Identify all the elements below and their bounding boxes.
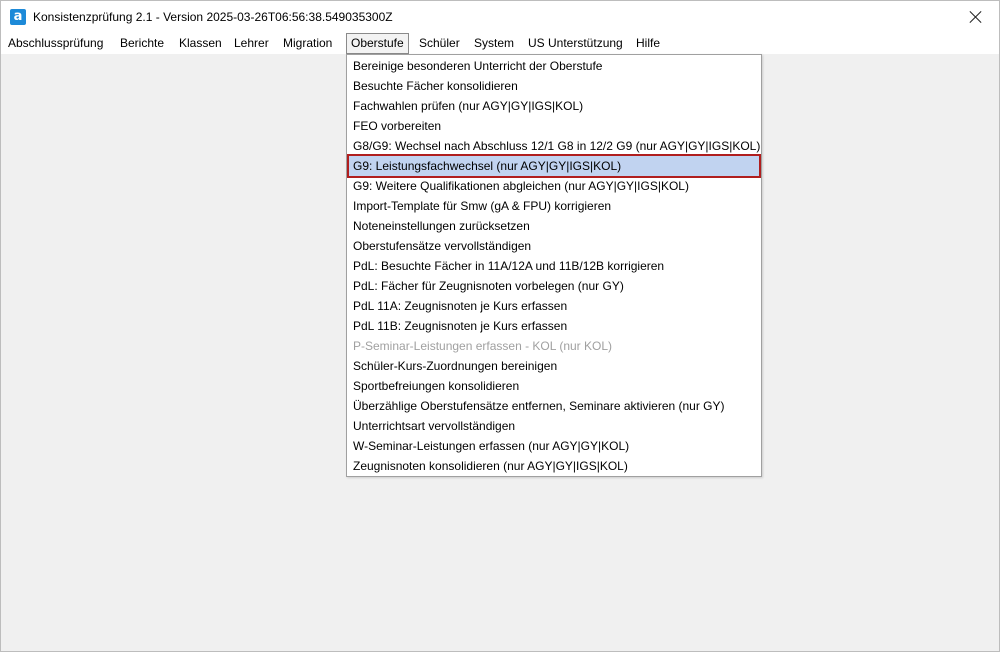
menu-option-bereinige-unterricht[interactable]: Bereinige besonderen Unterricht der Ober… bbox=[349, 56, 759, 76]
menu-option-unterrichtsart[interactable]: Unterrichtsart vervollständigen bbox=[349, 416, 759, 436]
menu-hilfe[interactable]: Hilfe bbox=[632, 34, 664, 53]
menu-option-ueberzaehlige-saetze[interactable]: Überzählige Oberstufensätze entfernen, S… bbox=[349, 396, 759, 416]
menu-bar: Abschlussprüfung Berichte Klassen Lehrer… bbox=[1, 33, 999, 55]
close-button[interactable] bbox=[953, 1, 999, 33]
menu-migration[interactable]: Migration bbox=[279, 34, 336, 53]
menu-option-pdl-faecher-zeugnisnoten[interactable]: PdL: Fächer für Zeugnisnoten vorbelegen … bbox=[349, 276, 759, 296]
title-bar[interactable]: a Konsistenzprüfung 2.1 - Version 2025-0… bbox=[1, 1, 999, 33]
menu-option-feo-vorbereiten[interactable]: FEO vorbereiten bbox=[349, 116, 759, 136]
menu-option-g8-g9-wechsel[interactable]: G8/G9: Wechsel nach Abschluss 12/1 G8 in… bbox=[349, 136, 760, 156]
app-window: a Konsistenzprüfung 2.1 - Version 2025-0… bbox=[0, 0, 1000, 652]
menu-option-w-seminar[interactable]: W-Seminar-Leistungen erfassen (nur AGY|G… bbox=[349, 436, 759, 456]
menu-system[interactable]: System bbox=[470, 34, 518, 53]
menu-option-p-seminar: P-Seminar-Leistungen erfassen - KOL (nur… bbox=[353, 339, 613, 353]
menu-option-sportbefreiungen[interactable]: Sportbefreiungen konsolidieren bbox=[349, 376, 759, 396]
menu-lehrer[interactable]: Lehrer bbox=[230, 34, 273, 53]
menu-option-g9-weitere-qualifikationen[interactable]: G9: Weitere Qualifikationen abgleichen (… bbox=[349, 176, 759, 196]
menu-berichte[interactable]: Berichte bbox=[116, 34, 168, 53]
menu-option-besuchte-faecher[interactable]: Besuchte Fächer konsolidieren bbox=[349, 76, 759, 96]
close-icon bbox=[970, 11, 982, 23]
menu-klassen[interactable]: Klassen bbox=[175, 34, 226, 53]
menu-us-unterstuetzung[interactable]: US Unterstützung bbox=[524, 34, 627, 53]
menu-option-pdl-11b[interactable]: PdL 11B: Zeugnisnoten je Kurs erfassen bbox=[349, 316, 759, 336]
menu-option-pdl-11a[interactable]: PdL 11A: Zeugnisnoten je Kurs erfassen bbox=[349, 296, 759, 316]
menu-schueler[interactable]: Schüler bbox=[415, 34, 464, 53]
menu-option-oberstufensaetze[interactable]: Oberstufensätze vervollständigen bbox=[349, 236, 759, 256]
menu-option-zeugnisnoten-konsolidieren[interactable]: Zeugnisnoten konsolidieren (nur AGY|GY|I… bbox=[349, 456, 759, 476]
window-title: Konsistenzprüfung 2.1 - Version 2025-03-… bbox=[33, 10, 393, 24]
menu-option-import-template[interactable]: Import-Template für Smw (gA & FPU) korri… bbox=[349, 196, 759, 216]
menu-abschlusspruefung[interactable]: Abschlussprüfung bbox=[4, 34, 107, 53]
menu-option-schueler-kurs[interactable]: Schüler-Kurs-Zuordnungen bereinigen bbox=[349, 356, 759, 376]
menu-option-g9-leistungsfachwechsel[interactable]: G9: Leistungsfachwechsel (nur AGY|GY|IGS… bbox=[347, 154, 761, 178]
menu-option-pdl-besuchte-faecher[interactable]: PdL: Besuchte Fächer in 11A/12A und 11B/… bbox=[349, 256, 759, 276]
app-logo-icon: a bbox=[10, 9, 26, 25]
menu-oberstufe[interactable]: Oberstufe bbox=[346, 33, 409, 54]
menu-option-noteneinstellungen[interactable]: Noteneinstellungen zurücksetzen bbox=[349, 216, 759, 236]
menu-option-fachwahlen-pruefen[interactable]: Fachwahlen prüfen (nur AGY|GY|IGS|KOL) bbox=[349, 96, 759, 116]
oberstufe-dropdown-menu: Bereinige besonderen Unterricht der Ober… bbox=[346, 54, 762, 477]
